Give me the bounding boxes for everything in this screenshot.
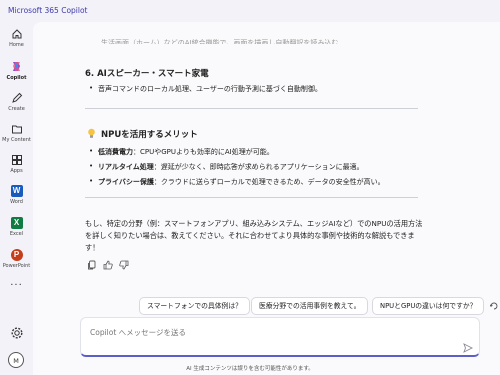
more-apps-button[interactable]: ··· (0, 280, 33, 291)
sidebar-item-copilot[interactable]: Copilot (0, 60, 33, 92)
merit-term: プライバシー保護 (98, 178, 154, 186)
apps-icon (11, 155, 22, 165)
gear-icon[interactable] (10, 326, 24, 340)
powerpoint-icon: P (10, 249, 23, 261)
home-icon (12, 29, 21, 39)
merit-item: 低消費電力：CPUやGPUよりも効率的にAI処理が可能。 (89, 147, 274, 157)
sidebar: Home Copilot Create My Content Apps W Wo… (0, 22, 33, 375)
lightbulb-icon (88, 128, 95, 138)
refresh-suggestions-icon[interactable] (490, 302, 498, 310)
word-icon: W (10, 185, 23, 197)
folder-icon (11, 125, 22, 134)
closing-paragraph: もし、特定の分野（例：スマートフォンアプリ、組み込みシステム、エッジAIなど）で… (85, 219, 423, 252)
merit-desc: ：遅延が少なく、即時応答が求められるアプリケーションに最適。 (153, 163, 364, 171)
thumbs-up-icon[interactable] (103, 260, 113, 270)
sidebar-item-powerpoint[interactable]: P PowerPoint (0, 249, 33, 281)
sidebar-item-word[interactable]: W Word (0, 185, 33, 217)
thumbs-down-icon[interactable] (119, 260, 129, 270)
clipped-text: 生活画面（ホーム）などのAI統合機能で、画面を描画し自動翻訳を読み込む (101, 39, 339, 44)
sidebar-item-home[interactable]: Home (0, 28, 33, 60)
suggestion-chip[interactable]: NPUとGPUの違いは何ですか？ (372, 297, 485, 315)
merit-item: リアルタイム処理：遅延が少なく、即時応答が求められるアプリケーションに最適。 (89, 162, 364, 172)
message-input[interactable] (88, 327, 452, 338)
sidebar-item-label: Word (10, 199, 23, 205)
sidebar-item-label: Create (8, 106, 25, 112)
copy-icon[interactable] (87, 260, 97, 270)
sidebar-item-label: My Content (2, 137, 31, 143)
sidebar-item-label: Excel (9, 231, 24, 237)
suggestion-chip[interactable]: 医療分野での活用事例を教えて。 (251, 297, 369, 315)
divider (85, 197, 418, 198)
sidebar-item-apps[interactable]: Apps (0, 154, 33, 186)
app-title: Microsoft 365 Copilot (8, 6, 88, 15)
copilot-icon (13, 62, 20, 71)
section6-bullet: 音声コマンドのローカル処理、ユーザーの行動予測に基づく自動制御。 (89, 84, 322, 94)
merits-title: NPUを活用するメリット (101, 130, 198, 140)
sidebar-item-label: PowerPoint (2, 263, 31, 269)
merit-term: リアルタイム処理 (98, 163, 154, 171)
ai-disclaimer: AI 生成コンテンツは誤りを含む可能性があります。 (186, 366, 314, 372)
message-composer (80, 317, 480, 357)
title-bar: Microsoft 365 Copilot (0, 0, 500, 22)
sidebar-item-label: Copilot (6, 75, 27, 81)
pencil-icon (11, 92, 22, 103)
sidebar-item-label: Apps (10, 168, 23, 174)
sidebar-item-excel[interactable]: X Excel (0, 217, 33, 249)
merit-item: プライバシー保護：クラウドに送らずローカルで処理できるため、データの安全性が高い… (89, 177, 385, 187)
sidebar-item-create[interactable]: Create (0, 92, 33, 124)
merit-desc: ：CPUやGPUよりも効率的にAI処理が可能。 (133, 148, 274, 156)
sidebar-item-my-content[interactable]: My Content (0, 123, 33, 155)
sidebar-item-label: Home (9, 42, 24, 48)
divider (85, 108, 418, 109)
merit-term: 低消費電力 (98, 148, 133, 156)
section6-title: 6. AIスピーカー・スマート家電 (85, 69, 209, 79)
merit-desc: ：クラウドに送らずローカルで処理できるため、データの安全性が高い。 (153, 178, 385, 186)
excel-icon: X (10, 217, 23, 229)
send-icon[interactable] (463, 343, 473, 353)
chat-area: 生活画面（ホーム）などのAI統合機能で、画面を描画し自動翻訳を読み込む 6. A… (33, 22, 500, 375)
suggestion-chip[interactable]: スマートフォンでの具体例は？ (139, 297, 250, 315)
